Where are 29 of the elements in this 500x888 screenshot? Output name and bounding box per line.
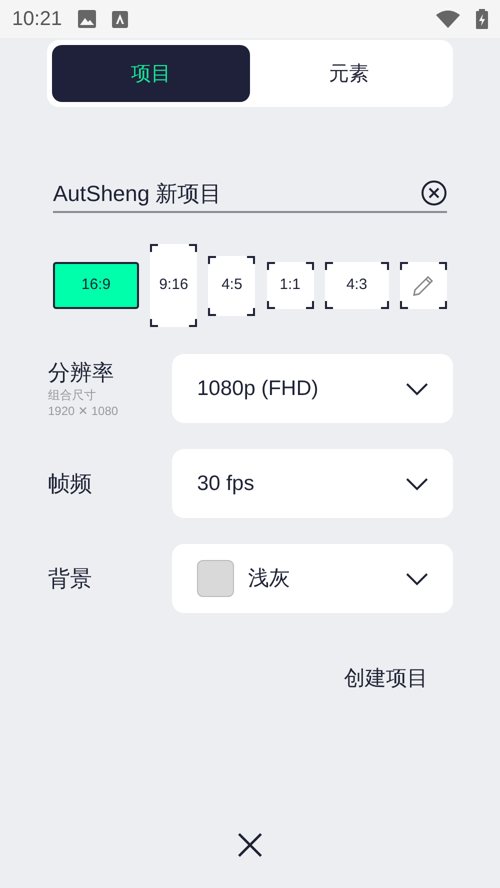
- chevron-down-icon: [405, 572, 429, 586]
- chevron-down-icon: [405, 476, 429, 490]
- close-icon[interactable]: [237, 832, 263, 858]
- chevron-down-icon: [405, 382, 429, 396]
- aspect-ratio-option[interactable]: 16:9: [53, 262, 139, 309]
- setting-detail: 1920 ✕ 1080: [48, 402, 120, 418]
- select-field[interactable]: 浅灰: [172, 544, 453, 613]
- aspect-ratio-option[interactable]: 1:1: [266, 262, 314, 309]
- wifi-icon: [436, 10, 460, 28]
- battery-icon: [476, 9, 488, 29]
- project-name-input[interactable]: AutSheng 新项目: [53, 176, 421, 210]
- image-icon: [78, 10, 96, 28]
- select-field[interactable]: 1080p (FHD): [172, 354, 453, 423]
- custom-ratio-button[interactable]: [400, 262, 447, 309]
- aspect-ratio-option[interactable]: 9:16: [150, 244, 198, 327]
- setting-label: 帧频: [48, 470, 93, 498]
- create-project-button[interactable]: 创建项目: [342, 659, 430, 698]
- setting-label: 分辨率: [48, 358, 115, 386]
- setting-sublabel: 组合尺寸: [48, 386, 97, 402]
- aspect-ratio-option[interactable]: 4:3: [324, 262, 389, 309]
- clear-icon[interactable]: [421, 180, 447, 206]
- project-name-field[interactable]: AutSheng 新项目: [53, 175, 447, 213]
- setting-label: 背景: [48, 564, 93, 592]
- clock-time: 10:21: [12, 7, 62, 32]
- tab[interactable]: 项目: [52, 45, 250, 102]
- pencil-icon: [411, 274, 436, 298]
- select-field[interactable]: 30 fps: [172, 449, 453, 518]
- aspect-ratio-option[interactable]: 4:5: [208, 256, 256, 316]
- notification-icon: [112, 10, 128, 28]
